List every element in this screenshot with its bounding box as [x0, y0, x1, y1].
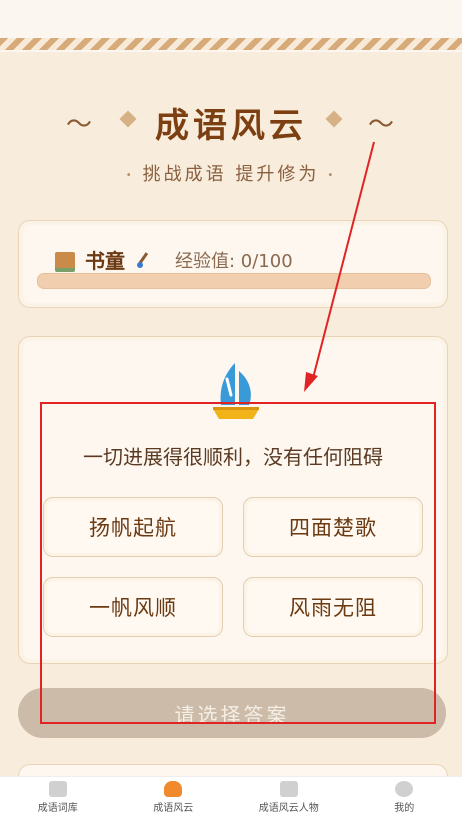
dot-left-icon: • — [126, 170, 135, 181]
page-subtitle: • 挑战成语 提升修为 • — [0, 160, 462, 186]
tab-profile[interactable]: 我的 — [347, 777, 462, 818]
title-row: ～ 成语风云 ～ — [0, 98, 462, 146]
subtitle-text: 挑战成语 提升修为 — [143, 164, 320, 185]
tab-label: 成语风云 — [153, 799, 193, 814]
annotation-highlight-box — [40, 402, 436, 724]
tilde-right: ～ — [368, 104, 394, 141]
experience-progress-bar — [37, 273, 431, 289]
tab-label: 我的 — [394, 799, 414, 814]
quiz-icon — [164, 781, 182, 797]
tab-idiom-library[interactable]: 成语词库 — [0, 777, 116, 818]
book-icon — [280, 781, 298, 797]
books-icon — [55, 252, 75, 268]
profile-icon — [395, 781, 413, 797]
brush-icon — [135, 252, 151, 268]
tab-idiom-quiz[interactable]: 成语风云 — [116, 777, 232, 818]
dot-right-icon: • — [327, 170, 336, 181]
experience-text: 经验值: 0/100 — [175, 247, 293, 273]
level-row: 书童 经验值: 0/100 — [55, 245, 293, 274]
bottom-tab-bar: 成语词库 成语风云 成语风云人物 我的 — [0, 776, 462, 818]
idiom-library-icon — [49, 781, 67, 797]
level-card: 书童 经验值: 0/100 — [18, 220, 448, 308]
striped-border — [0, 38, 462, 50]
tab-idiom-figures[interactable]: 成语风云人物 — [231, 777, 347, 818]
top-banner — [0, 0, 462, 52]
tab-label: 成语风云人物 — [259, 799, 319, 814]
level-name: 书童 — [85, 245, 125, 274]
tab-label: 成语词库 — [38, 799, 78, 814]
